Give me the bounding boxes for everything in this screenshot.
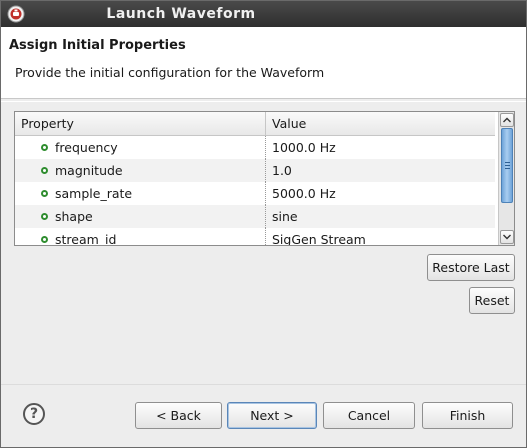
scroll-up-button[interactable]: [500, 113, 514, 127]
property-name: stream_id: [15, 228, 266, 245]
banner-separator: [1, 101, 526, 102]
property-value[interactable]: SigGen Stream: [266, 228, 495, 245]
scroll-thumb[interactable]: [501, 128, 513, 203]
chevron-down-icon: [503, 234, 511, 240]
property-value[interactable]: sine: [266, 205, 495, 228]
property-name: magnitude: [15, 159, 266, 182]
table-row[interactable]: stream_id SigGen Stream: [15, 228, 495, 245]
thumb-grip: [505, 168, 510, 169]
property-name: shape: [15, 205, 266, 228]
reset-button[interactable]: Reset: [469, 287, 515, 314]
restore-last-button[interactable]: Restore Last: [427, 254, 515, 281]
vertical-scrollbar[interactable]: [498, 112, 514, 245]
column-header-property[interactable]: Property: [15, 112, 266, 136]
property-value[interactable]: 1000.0 Hz: [266, 136, 495, 159]
footer-separator: [1, 384, 526, 385]
thumb-grip: [505, 162, 510, 163]
table-row[interactable]: magnitude 1.0: [15, 159, 495, 182]
launch-waveform-dialog: Launch Waveform Assign Initial Propertie…: [0, 0, 527, 448]
property-name: sample_rate: [15, 182, 266, 205]
wizard-banner: Assign Initial Properties Provide the in…: [1, 27, 526, 99]
back-button[interactable]: < Back: [135, 402, 222, 429]
table-header: Property Value: [15, 112, 495, 136]
table-row[interactable]: frequency 1000.0 Hz: [15, 136, 495, 159]
title-bar[interactable]: Launch Waveform: [1, 1, 526, 27]
column-header-value[interactable]: Value: [266, 112, 495, 136]
page-title: Assign Initial Properties: [9, 38, 186, 53]
finish-button[interactable]: Finish: [422, 402, 513, 429]
property-name: frequency: [15, 136, 266, 159]
next-button[interactable]: Next >: [227, 402, 317, 429]
cancel-button[interactable]: Cancel: [323, 402, 415, 429]
help-icon[interactable]: ?: [23, 403, 45, 425]
scroll-down-button[interactable]: [500, 230, 514, 244]
page-description: Provide the initial configuration for th…: [15, 65, 325, 80]
properties-table[interactable]: Property Value frequency 1000.0 Hz magni…: [14, 111, 515, 246]
table-row[interactable]: shape sine: [15, 205, 495, 228]
table-row[interactable]: sample_rate 5000.0 Hz: [15, 182, 495, 205]
chevron-up-icon: [503, 117, 511, 123]
table-body: frequency 1000.0 Hz magnitude 1.0 sample…: [15, 136, 495, 245]
property-value[interactable]: 1.0: [266, 159, 495, 182]
thumb-grip: [505, 165, 510, 166]
window-title: Launch Waveform: [106, 6, 256, 22]
property-value[interactable]: 5000.0 Hz: [266, 182, 495, 205]
